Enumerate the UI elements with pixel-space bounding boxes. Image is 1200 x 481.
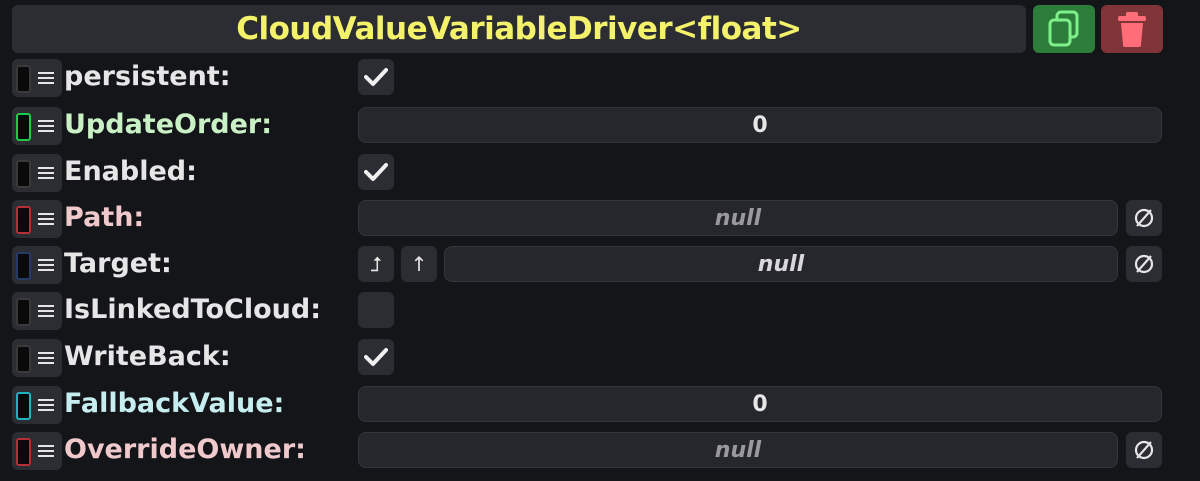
field-label: OverrideOwner: bbox=[64, 434, 306, 465]
field-label: UpdateOrder: bbox=[64, 109, 273, 140]
checkmark-icon bbox=[364, 163, 388, 181]
menu-icon bbox=[38, 352, 54, 364]
jump-icon: ⮥ bbox=[370, 252, 382, 276]
field-label: IsLinkedToCloud: bbox=[64, 294, 322, 325]
field-row: Path: null bbox=[0, 199, 1200, 243]
go-up-button[interactable]: ↑ bbox=[401, 246, 437, 282]
field-row: Target: ⮥ ↑ null bbox=[0, 245, 1200, 289]
field-checkbox[interactable] bbox=[358, 292, 394, 328]
type-color-swatch bbox=[16, 206, 31, 234]
type-color-swatch bbox=[16, 298, 31, 326]
menu-icon bbox=[38, 167, 54, 179]
field-drag-handle[interactable] bbox=[12, 59, 62, 97]
field-row: WriteBack: bbox=[0, 338, 1200, 382]
delete-component-button[interactable] bbox=[1101, 5, 1163, 53]
duplicate-component-button[interactable] bbox=[1033, 5, 1095, 53]
type-color-swatch bbox=[16, 113, 31, 141]
menu-icon bbox=[38, 72, 54, 84]
menu-icon bbox=[38, 399, 54, 411]
component-title: CloudValueVariableDriver<float> bbox=[236, 11, 802, 47]
trash-icon bbox=[1118, 12, 1146, 47]
field-row: persistent: bbox=[0, 58, 1200, 102]
field-drag-handle[interactable] bbox=[12, 432, 62, 470]
type-color-swatch bbox=[16, 392, 31, 420]
value-input[interactable]: 0 bbox=[358, 386, 1162, 422]
field-drag-handle[interactable] bbox=[12, 292, 62, 330]
field-drag-handle[interactable] bbox=[12, 386, 62, 424]
field-label: FallbackValue: bbox=[64, 388, 285, 419]
jump-to-source-button[interactable]: ⮥ bbox=[358, 246, 394, 282]
field-checkbox[interactable] bbox=[358, 154, 394, 190]
type-color-swatch bbox=[16, 65, 31, 93]
field-drag-handle[interactable] bbox=[12, 154, 62, 192]
menu-icon bbox=[38, 259, 54, 271]
field-label: Path: bbox=[64, 202, 145, 233]
field-row: FallbackValue: 0 bbox=[0, 385, 1200, 429]
component-header: CloudValueVariableDriver<float> bbox=[12, 5, 1026, 53]
field-drag-handle[interactable] bbox=[12, 246, 62, 284]
reference-field[interactable]: null bbox=[358, 432, 1118, 468]
value-input[interactable]: 0 bbox=[358, 107, 1162, 143]
field-drag-handle[interactable] bbox=[12, 107, 62, 145]
menu-icon bbox=[38, 305, 54, 317]
menu-icon bbox=[38, 445, 54, 457]
field-label: persistent: bbox=[64, 61, 231, 92]
set-null-button[interactable] bbox=[1126, 432, 1162, 468]
menu-icon bbox=[38, 120, 54, 132]
null-icon bbox=[1134, 254, 1154, 274]
field-drag-handle[interactable] bbox=[12, 200, 62, 238]
field-label: Target: bbox=[64, 248, 172, 279]
type-color-swatch bbox=[16, 252, 31, 280]
type-color-swatch bbox=[16, 345, 31, 373]
field-row: UpdateOrder: 0 bbox=[0, 106, 1200, 150]
menu-icon bbox=[38, 213, 54, 225]
field-checkbox[interactable] bbox=[358, 339, 394, 375]
field-row: IsLinkedToCloud: bbox=[0, 291, 1200, 335]
null-icon bbox=[1134, 440, 1154, 460]
reference-field[interactable]: null bbox=[444, 246, 1118, 282]
arrow-up-icon: ↑ bbox=[410, 252, 428, 276]
type-color-swatch bbox=[16, 160, 31, 188]
field-label: Enabled: bbox=[64, 156, 197, 187]
type-color-swatch bbox=[16, 438, 31, 466]
set-null-button[interactable] bbox=[1126, 200, 1162, 236]
set-null-button[interactable] bbox=[1126, 246, 1162, 282]
field-checkbox[interactable] bbox=[358, 59, 394, 95]
copy-icon bbox=[1048, 10, 1079, 47]
checkmark-icon bbox=[364, 348, 388, 366]
checkmark-icon bbox=[364, 68, 388, 86]
field-drag-handle[interactable] bbox=[12, 339, 62, 377]
null-icon bbox=[1134, 208, 1154, 228]
field-row: OverrideOwner: null bbox=[0, 431, 1200, 475]
reference-field[interactable]: null bbox=[358, 200, 1118, 236]
field-label: WriteBack: bbox=[64, 341, 231, 372]
field-row: Enabled: bbox=[0, 153, 1200, 197]
